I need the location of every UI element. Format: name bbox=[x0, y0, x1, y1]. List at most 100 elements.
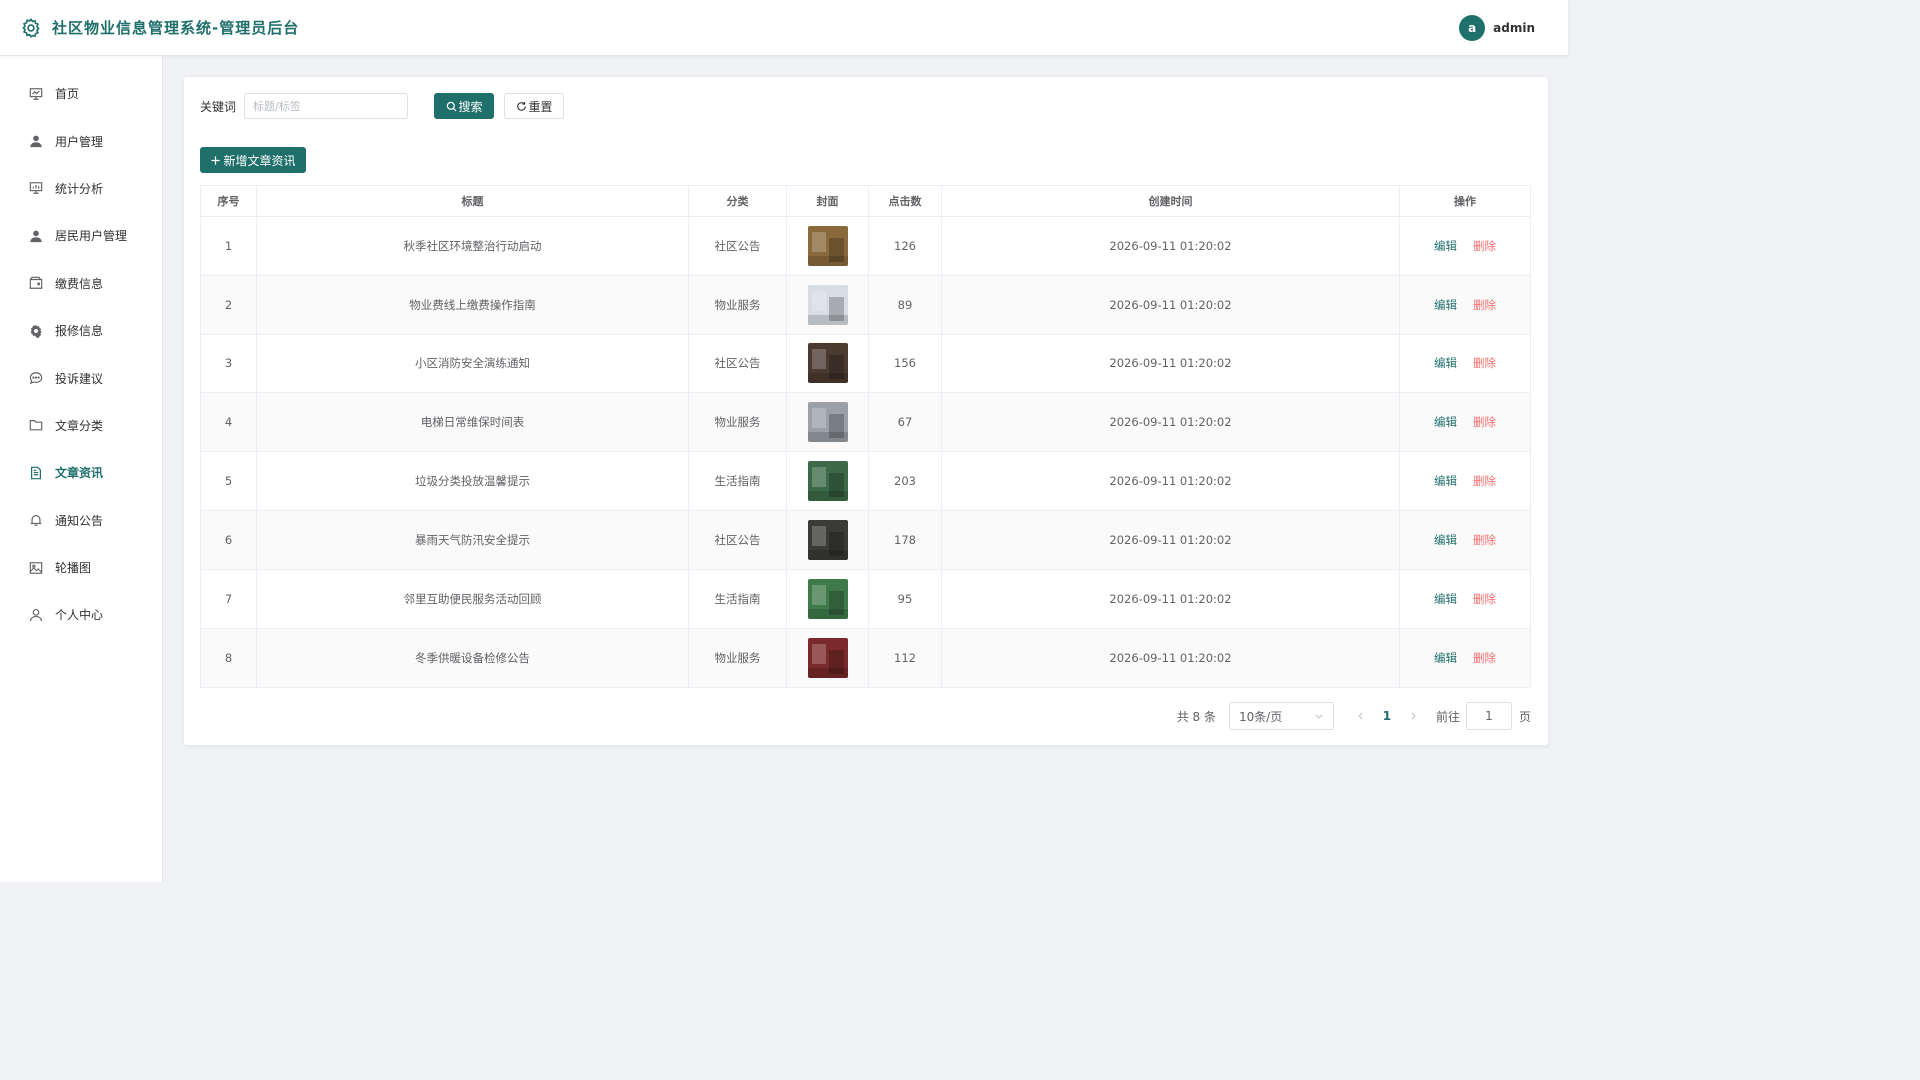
cell-title: 秋季社区环境整治行动启动 bbox=[257, 217, 689, 275]
prev-page-button[interactable] bbox=[1354, 711, 1368, 721]
pagination: 共 8 条 10条/页 1 前往 页 bbox=[200, 702, 1532, 731]
sidebar-item-0[interactable]: 首页 bbox=[0, 70, 162, 117]
cell-category: 生活指南 bbox=[689, 569, 787, 628]
plus-icon bbox=[211, 155, 221, 165]
cell-category: 物业服务 bbox=[689, 275, 787, 334]
add-article-button[interactable]: 新增文章资讯 bbox=[200, 147, 306, 173]
sidebar-item-1[interactable]: 用户管理 bbox=[0, 117, 162, 164]
sidebar-item-8[interactable]: 文章资讯 bbox=[0, 449, 162, 496]
sidebar-item-label: 缴费信息 bbox=[55, 276, 104, 291]
delete-button[interactable]: 删除 bbox=[1473, 355, 1496, 371]
delete-button[interactable]: 删除 bbox=[1473, 473, 1496, 489]
edit-button[interactable]: 编辑 bbox=[1434, 414, 1457, 430]
app-title: 社区物业信息管理系统-管理员后台 bbox=[52, 19, 300, 37]
delete-button[interactable]: 删除 bbox=[1473, 650, 1496, 666]
cover-image[interactable] bbox=[807, 578, 848, 619]
cell-cover bbox=[787, 275, 869, 334]
delete-button[interactable]: 删除 bbox=[1473, 591, 1496, 607]
cell-category: 生活指南 bbox=[689, 452, 787, 510]
page-number-current[interactable]: 1 bbox=[1374, 709, 1400, 723]
refresh-icon bbox=[516, 101, 526, 111]
edit-button[interactable]: 编辑 bbox=[1434, 297, 1457, 313]
user-menu[interactable]: a admin bbox=[1459, 14, 1548, 41]
sidebar-item-label: 投诉建议 bbox=[55, 371, 104, 386]
column-header: 点击数 bbox=[869, 186, 942, 216]
cell-cover bbox=[787, 452, 869, 510]
cover-image[interactable] bbox=[807, 519, 848, 560]
search-button[interactable]: 搜索 bbox=[434, 93, 495, 119]
cell-cover bbox=[787, 628, 869, 688]
add-article-label: 新增文章资讯 bbox=[223, 153, 296, 168]
edit-button[interactable]: 编辑 bbox=[1434, 473, 1457, 489]
column-header: 封面 bbox=[787, 186, 869, 216]
sidebar-item-10[interactable]: 轮播图 bbox=[0, 544, 162, 591]
folder-icon bbox=[28, 417, 44, 433]
goto-page-input[interactable] bbox=[1465, 702, 1512, 731]
cell-index: 5 bbox=[201, 452, 257, 510]
cell-cover bbox=[787, 569, 869, 628]
delete-button[interactable]: 删除 bbox=[1473, 297, 1496, 313]
sidebar-item-2[interactable]: 统计分析 bbox=[0, 165, 162, 212]
cell-index: 3 bbox=[201, 334, 257, 393]
sidebar-item-label: 居民用户管理 bbox=[55, 229, 128, 244]
edit-button[interactable]: 编辑 bbox=[1434, 650, 1457, 666]
cell-actions: 编辑 删除 bbox=[1400, 629, 1530, 688]
edit-button[interactable]: 编辑 bbox=[1434, 591, 1457, 607]
edit-button[interactable]: 编辑 bbox=[1434, 532, 1457, 548]
cell-clicks: 126 bbox=[869, 217, 942, 275]
reset-button[interactable]: 重置 bbox=[504, 93, 565, 119]
sidebar-item-label: 通知公告 bbox=[55, 513, 104, 528]
chevron-left-icon bbox=[1358, 712, 1363, 720]
bell-icon bbox=[28, 512, 44, 528]
sidebar-item-7[interactable]: 文章分类 bbox=[0, 402, 162, 449]
delete-button[interactable]: 删除 bbox=[1473, 414, 1496, 430]
delete-button[interactable]: 删除 bbox=[1473, 532, 1496, 548]
cell-index: 2 bbox=[201, 275, 257, 334]
cell-created-time: 2026-09-11 01:20:02 bbox=[942, 393, 1400, 452]
cover-image[interactable] bbox=[807, 225, 848, 266]
edit-button[interactable]: 编辑 bbox=[1434, 355, 1457, 371]
table-row: 5 垃圾分类投放温馨提示 生活指南 203 2026-09-11 01:20:02 编辑删… bbox=[201, 452, 1530, 511]
table-row: 1 秋季社区环境整治行动启动 社区公告 126 2026-09-11 01:20:02 编… bbox=[201, 217, 1530, 276]
cell-title: 电梯日常维保时间表 bbox=[257, 393, 689, 452]
chart-board-icon bbox=[28, 180, 44, 196]
sidebar-item-6[interactable]: 投诉建议 bbox=[0, 354, 162, 401]
sidebar-item-3[interactable]: 居民用户管理 bbox=[0, 212, 162, 259]
gear-icon bbox=[20, 17, 42, 39]
sidebar-item-4[interactable]: 缴费信息 bbox=[0, 260, 162, 307]
cell-category: 物业服务 bbox=[689, 628, 787, 688]
sidebar-item-11[interactable]: 个人中心 bbox=[0, 591, 162, 638]
avatar[interactable]: a bbox=[1459, 14, 1486, 41]
next-page-button[interactable] bbox=[1406, 711, 1420, 721]
cell-clicks: 156 bbox=[869, 334, 942, 393]
table-row: 8 冬季供暖设备检修公告 物业服务 112 2026-09-11 01:20:02 编辑删… bbox=[201, 628, 1530, 688]
cell-cover bbox=[787, 334, 869, 393]
cell-clicks: 178 bbox=[869, 510, 942, 569]
page-size-select[interactable]: 10条/页 bbox=[1228, 702, 1334, 731]
sidebar-item-9[interactable]: 通知公告 bbox=[0, 497, 162, 544]
sidebar-item-5[interactable]: 报修信息 bbox=[0, 307, 162, 354]
cell-index: 7 bbox=[201, 569, 257, 628]
cell-title: 小区消防安全演练通知 bbox=[257, 334, 689, 393]
cover-image[interactable] bbox=[807, 284, 848, 325]
main-card: 关键词 搜索 重置 新增文章资讯 序号 标题 分类 封面 点击数 创建时间 操作… bbox=[184, 77, 1548, 745]
chevron-right-icon bbox=[1411, 712, 1416, 720]
column-header: 创建时间 bbox=[942, 186, 1400, 216]
username[interactable]: admin bbox=[1493, 21, 1535, 35]
page-unit-label: 页 bbox=[1518, 709, 1531, 724]
cover-image[interactable] bbox=[807, 461, 848, 502]
cell-index: 1 bbox=[201, 217, 257, 275]
cover-image[interactable] bbox=[807, 402, 848, 443]
edit-button[interactable]: 编辑 bbox=[1434, 238, 1457, 254]
cover-image[interactable] bbox=[807, 637, 848, 678]
cover-image[interactable] bbox=[807, 343, 848, 384]
table-row: 2 物业费线上缴费操作指南 物业服务 89 2026-09-11 01:20:02 编辑删… bbox=[201, 275, 1530, 335]
delete-button[interactable]: 删除 bbox=[1473, 238, 1496, 254]
table-row: 7 邻里互助便民服务活动回顾 生活指南 95 2026-09-11 01:20:02 编辑… bbox=[201, 569, 1530, 629]
cell-clicks: 67 bbox=[869, 393, 942, 452]
column-header: 操作 bbox=[1454, 195, 1476, 208]
gear-icon bbox=[28, 323, 44, 339]
cell-created-time: 2026-09-11 01:20:02 bbox=[942, 452, 1400, 510]
sidebar-item-label: 报修信息 bbox=[55, 324, 104, 339]
search-input[interactable] bbox=[244, 93, 409, 119]
